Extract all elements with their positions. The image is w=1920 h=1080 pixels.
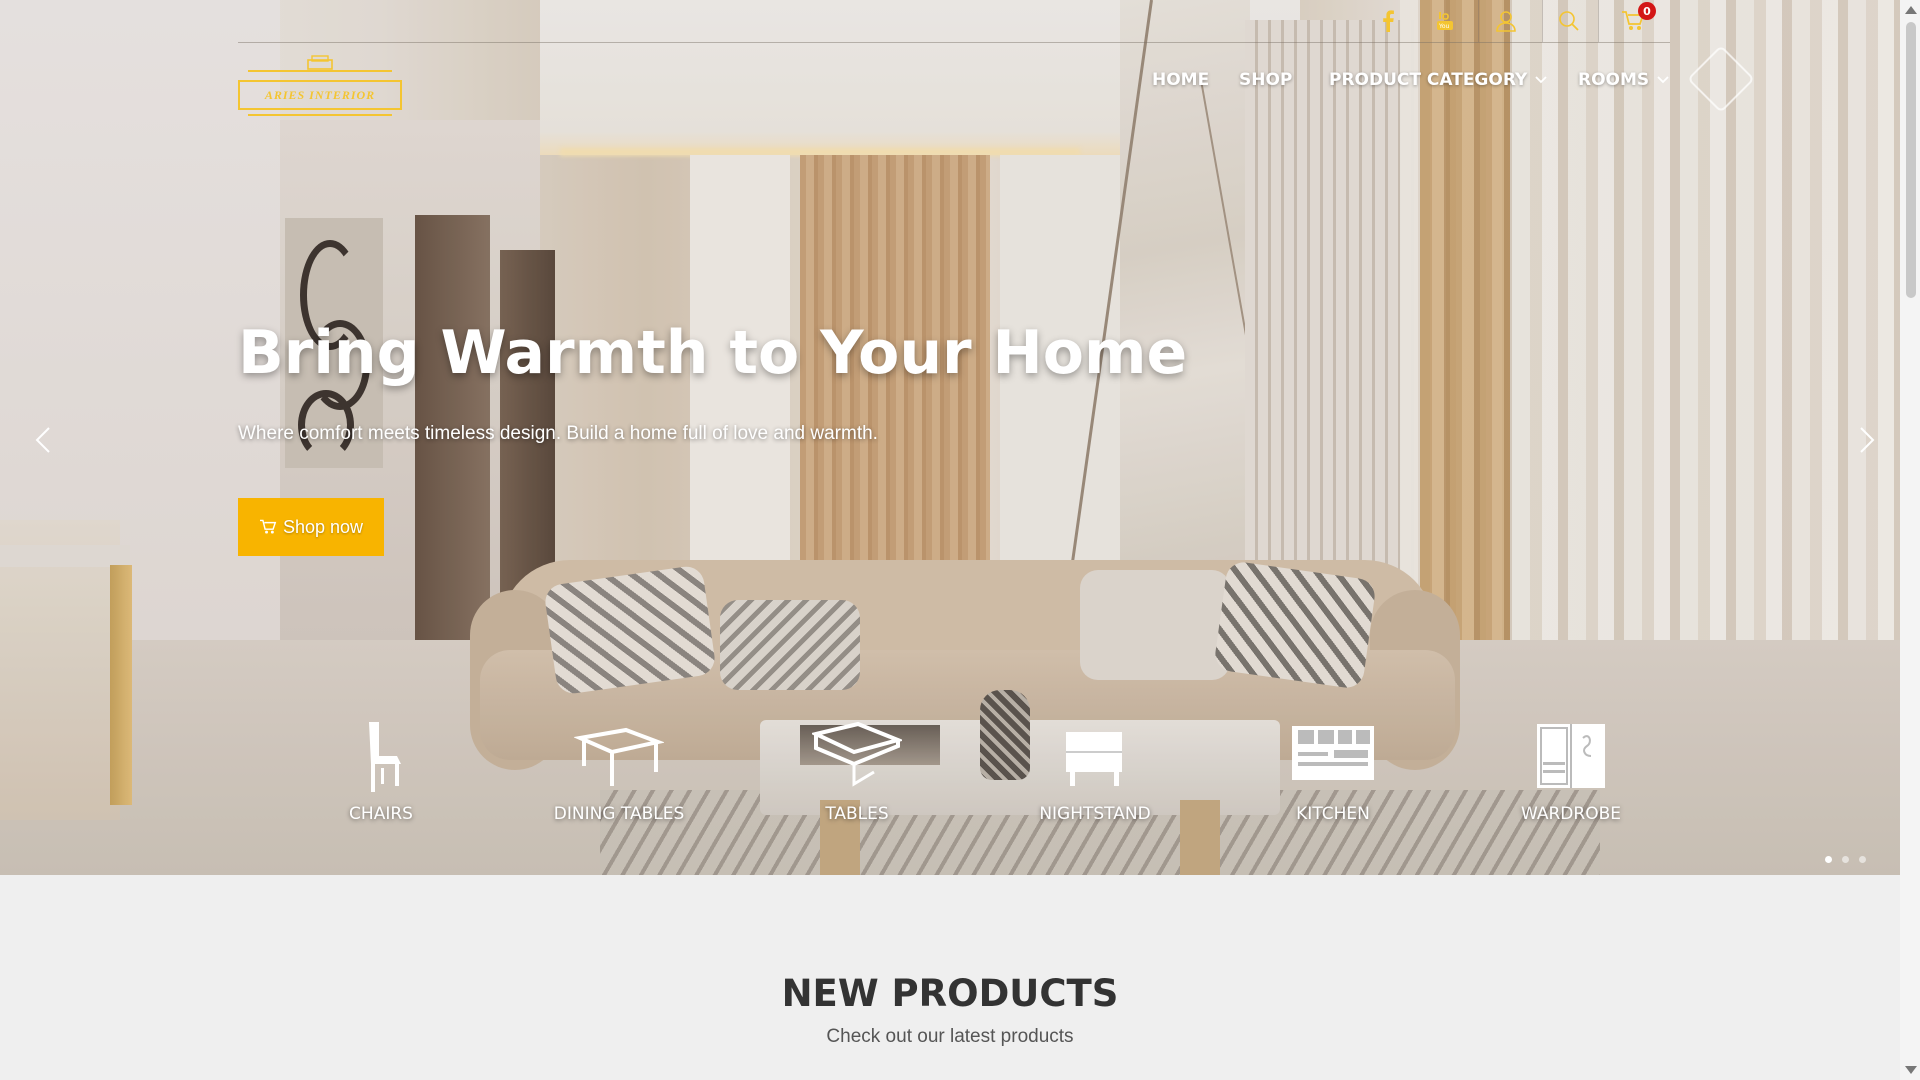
nav-product-category[interactable]: PRODUCT CATEGORY [1329, 70, 1547, 90]
topbar-divider [238, 42, 1670, 43]
nav-shop-label: SHOP [1239, 70, 1293, 90]
category-label: DINING TABLES [553, 804, 685, 824]
page: You 0 ARIES INTERIOR HOME SHOP PRODUCT C… [0, 0, 1920, 1080]
nav-home-label: HOME [1152, 70, 1210, 90]
section-subtitle: Check out our latest products [826, 1026, 1074, 1047]
category-label: KITCHEN [1296, 804, 1370, 824]
category-label: NIGHTSTAND [1039, 804, 1151, 824]
chair-icon [369, 722, 401, 792]
slider-next-button[interactable] [1852, 420, 1882, 460]
category-tables[interactable]: TABLES [762, 718, 952, 824]
chevron-down-icon [1535, 76, 1547, 84]
chevron-left-icon [35, 427, 50, 453]
user-icon[interactable] [1493, 8, 1519, 34]
shop-now-label: Shop now [282, 516, 364, 537]
nightstand-icon [1066, 732, 1122, 786]
svg-text:You: You [1438, 23, 1450, 30]
section-title: NEW PRODUCTS [781, 972, 1119, 1015]
chevron-right-icon [1860, 427, 1875, 453]
dining-table-icon [574, 727, 664, 786]
cart-icon [259, 519, 277, 534]
category-label: CHAIRS [349, 804, 413, 824]
hero-title: Bring Warmth to Your Home [238, 318, 1188, 388]
scroll-up-arrow-icon[interactable] [1905, 6, 1917, 14]
category-wardrobe[interactable]: WARDROBE [1476, 718, 1666, 824]
site-logo[interactable]: ARIES INTERIOR [238, 54, 402, 118]
slider-dot[interactable] [1859, 856, 1866, 863]
youtube-icon[interactable]: You [1432, 8, 1458, 34]
category-kitchen[interactable]: KITCHEN [1238, 718, 1428, 824]
nav-rooms[interactable]: ROOMS [1578, 70, 1669, 90]
cart-count-badge: 0 [1638, 2, 1656, 20]
category-label: TABLES [825, 804, 889, 824]
slider-prev-button[interactable] [28, 420, 58, 460]
category-label: WARDROBE [1520, 804, 1621, 824]
wardrobe-icon [1537, 724, 1605, 788]
nav-product-category-label: PRODUCT CATEGORY [1329, 70, 1528, 90]
facebook-icon[interactable] [1375, 8, 1401, 34]
shop-now-button[interactable]: Shop now [238, 498, 384, 556]
category-dining-tables[interactable]: DINING TABLES [524, 718, 714, 824]
search-icon[interactable] [1556, 8, 1582, 34]
slider-dot[interactable] [1842, 856, 1849, 863]
category-nightstand[interactable]: NIGHTSTAND [1000, 718, 1190, 824]
kitchen-icon [1292, 726, 1374, 780]
slider-dot[interactable] [1825, 856, 1832, 863]
nav-shop[interactable]: SHOP [1239, 70, 1292, 90]
hero-subtitle: Where comfort meets timeless design. Bui… [238, 423, 878, 444]
logo-text: ARIES INTERIOR [264, 87, 376, 102]
chevron-down-icon [1657, 76, 1669, 84]
nav-home[interactable]: HOME [1152, 70, 1209, 90]
scroll-down-arrow-icon[interactable] [1905, 1066, 1917, 1074]
slider-pagination [1825, 856, 1866, 863]
table-icon [812, 721, 902, 787]
scrollbar-thumb[interactable] [1906, 22, 1916, 298]
nav-rooms-label: ROOMS [1578, 70, 1650, 90]
category-chairs[interactable]: CHAIRS [286, 718, 476, 824]
